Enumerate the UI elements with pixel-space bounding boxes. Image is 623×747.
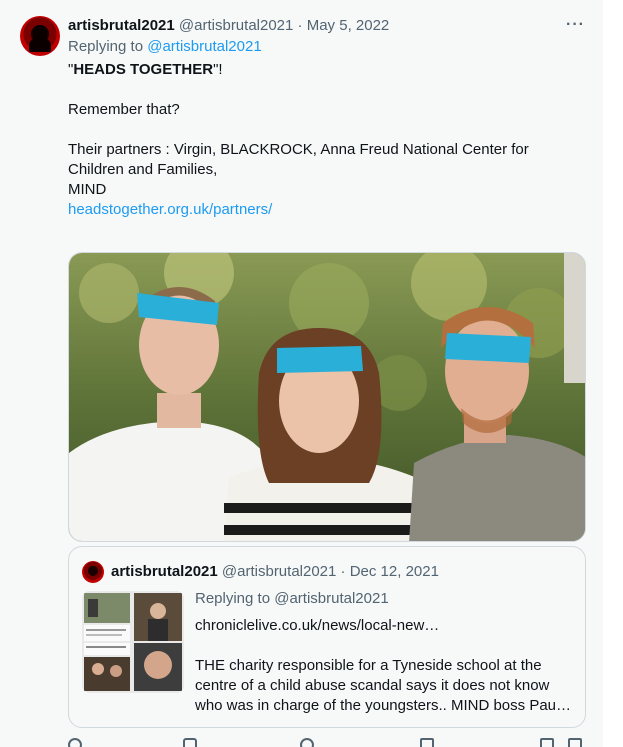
partners-link[interactable]: headstogether.org.uk/partners/ <box>68 200 588 220</box>
views-icon[interactable] <box>420 738 434 747</box>
quoted-display-name[interactable]: artisbrutal2021 <box>111 563 218 580</box>
replying-prefix: Replying to <box>68 38 148 55</box>
text-line-2: Remember that? <box>68 101 180 118</box>
quoted-date[interactable]: Dec 12, 2021 <box>350 563 439 580</box>
quoted-header: artisbrutal2021 @artisbrutal2021 · Dec 1… <box>111 562 439 582</box>
replying-handle-link[interactable]: @artisbrutal2021 <box>147 38 261 55</box>
more-icon[interactable]: ··· <box>566 16 585 34</box>
quoted-handle[interactable]: @artisbrutal2021 <box>222 563 336 580</box>
quoted-site-link[interactable]: chroniclelive.co.uk/news/local-new… <box>195 616 575 636</box>
reply-icon[interactable] <box>68 738 82 747</box>
retweet-icon[interactable] <box>183 738 197 747</box>
text-line-3: Their partners : Virgin, BLACKROCK, Anna… <box>68 141 529 178</box>
page-scrollbar[interactable] <box>603 0 623 747</box>
tweet-date[interactable]: May 5, 2022 <box>307 17 390 34</box>
quoted-collage-image <box>82 591 184 693</box>
bookmark-icon[interactable] <box>540 738 554 747</box>
separator: · <box>293 17 307 34</box>
tweet-photo[interactable] <box>68 252 586 542</box>
handle[interactable]: @artisbrutal2021 <box>179 17 293 34</box>
display-name[interactable]: artisbrutal2021 <box>68 17 175 34</box>
like-icon[interactable] <box>300 738 314 747</box>
quoted-body-text: THE charity responsible for a Tyneside s… <box>195 657 572 714</box>
heads-together-bold: HEADS TOGETHER <box>73 61 214 78</box>
quoted-avatar[interactable] <box>82 561 104 583</box>
text-line-4: MIND <box>68 181 107 198</box>
tweet-card[interactable]: artisbrutal2021 @artisbrutal2021 · May 5… <box>0 0 603 747</box>
replying-to: Replying to @artisbrutal2021 <box>68 37 262 57</box>
photo-image <box>69 253 585 541</box>
tweet-text: "HEADS TOGETHER"! Remember that? Their p… <box>68 60 588 220</box>
tweet-header: artisbrutal2021 @artisbrutal2021 · May 5… <box>68 16 389 36</box>
quoted-tweet[interactable]: artisbrutal2021 @artisbrutal2021 · Dec 1… <box>68 546 586 728</box>
avatar[interactable] <box>20 16 60 56</box>
quoted-thumbnail[interactable] <box>82 591 184 693</box>
quoted-separator: · <box>336 563 350 580</box>
quoted-replying-to: Replying to @artisbrutal2021 <box>195 590 389 607</box>
text-line-1: "HEADS TOGETHER"! <box>68 61 223 78</box>
share-icon[interactable] <box>568 738 582 747</box>
action-bar <box>68 738 588 747</box>
